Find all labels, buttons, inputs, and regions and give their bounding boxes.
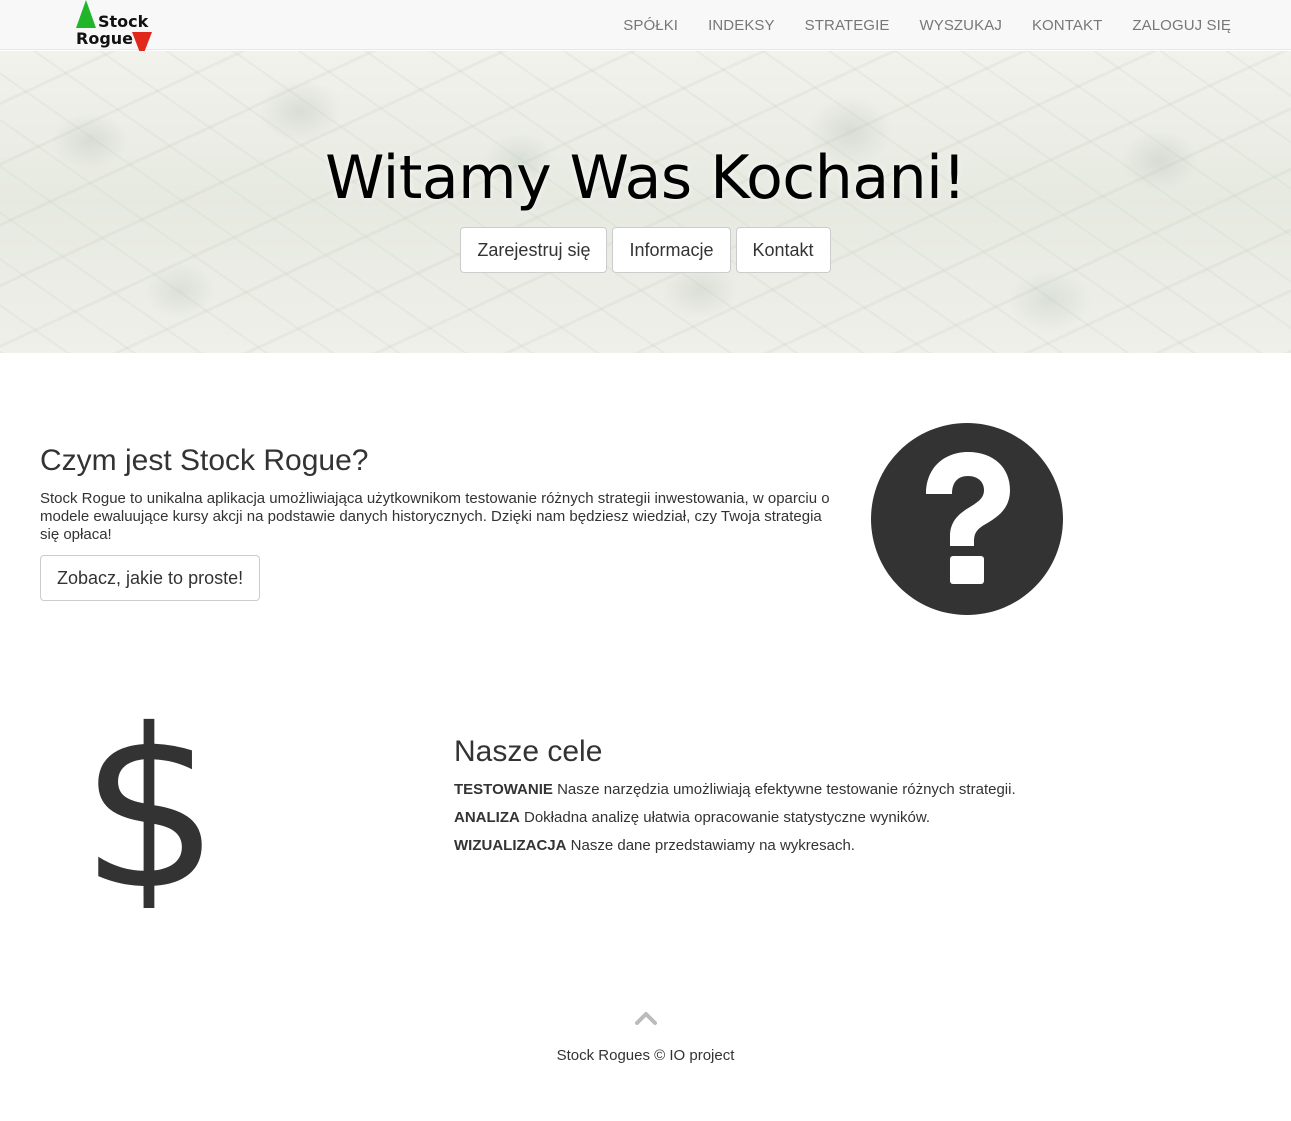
footer-copyright: Stock Rogues © IO project xyxy=(556,1047,735,1064)
question-circle-icon xyxy=(871,423,1063,615)
register-button[interactable]: Zarejestruj się xyxy=(460,227,608,273)
logo-text-rogue: Rogue xyxy=(76,29,134,48)
nav-menu: SPÓŁKI INDEKSY STRATEGIE WYSZUKAJ KONTAK… xyxy=(593,0,1231,50)
about-title: Czym jest Stock Rogue? xyxy=(40,444,369,477)
about-text: Stock Rogue to unikalna aplikacja umożli… xyxy=(40,490,830,543)
svg-text:$: $ xyxy=(82,698,218,908)
goal-term: WIZUALIZACJA xyxy=(454,837,567,854)
goal-desc: Dokładna analizę ułatwia opracowanie sta… xyxy=(524,809,931,826)
goal-desc: Nasze narzędzia umożliwiają efektywne te… xyxy=(557,781,1016,798)
goal-term: TESTOWANIE xyxy=(454,781,553,798)
contact-button[interactable]: Kontakt xyxy=(735,227,831,273)
see-how-easy-button[interactable]: Zobacz, jakie to proste! xyxy=(40,555,261,601)
goals-title: Nasze cele xyxy=(454,735,603,768)
nav-item-indeksy[interactable]: INDEKSY xyxy=(708,17,775,34)
goal-desc: Nasze dane przedstawiamy na wykresach. xyxy=(570,837,855,854)
navbar: Stock Rogue SPÓŁKI INDEKSY STRATEGIE WYS… xyxy=(0,0,1291,58)
goals-list: TESTOWANIE Nasze narzędzia umożliwiają e… xyxy=(454,780,1016,864)
nav-item-strategie[interactable]: STRATEGIE xyxy=(805,17,890,34)
hero-banner: Witamy Was Kochani! Zarejestruj się Info… xyxy=(0,51,1291,353)
dollar-icon: $ xyxy=(82,698,218,908)
logo-text-stock: Stock xyxy=(98,12,149,31)
info-button[interactable]: Informacje xyxy=(612,227,731,273)
nav-item-kontakt[interactable]: KONTAKT xyxy=(1032,17,1102,34)
goal-item: WIZUALIZACJA Nasze dane przedstawiamy na… xyxy=(454,836,1016,864)
nav-item-spolki[interactable]: SPÓŁKI xyxy=(623,17,678,34)
nav-item-zaloguj[interactable]: ZALOGUJ SIĘ xyxy=(1132,17,1231,34)
goal-item: ANALIZA Dokładna analizę ułatwia opracow… xyxy=(454,808,1016,836)
nav-item-wyszukaj[interactable]: WYSZUKAJ xyxy=(919,17,1001,34)
chevron-up-icon[interactable] xyxy=(634,1008,658,1028)
goal-term: ANALIZA xyxy=(454,809,520,826)
goal-item: TESTOWANIE Nasze narzędzia umożliwiają e… xyxy=(454,780,1016,808)
hero-title: Witamy Was Kochani! xyxy=(325,143,966,213)
hero-buttons: Zarejestruj się Informacje Kontakt xyxy=(0,227,1291,273)
